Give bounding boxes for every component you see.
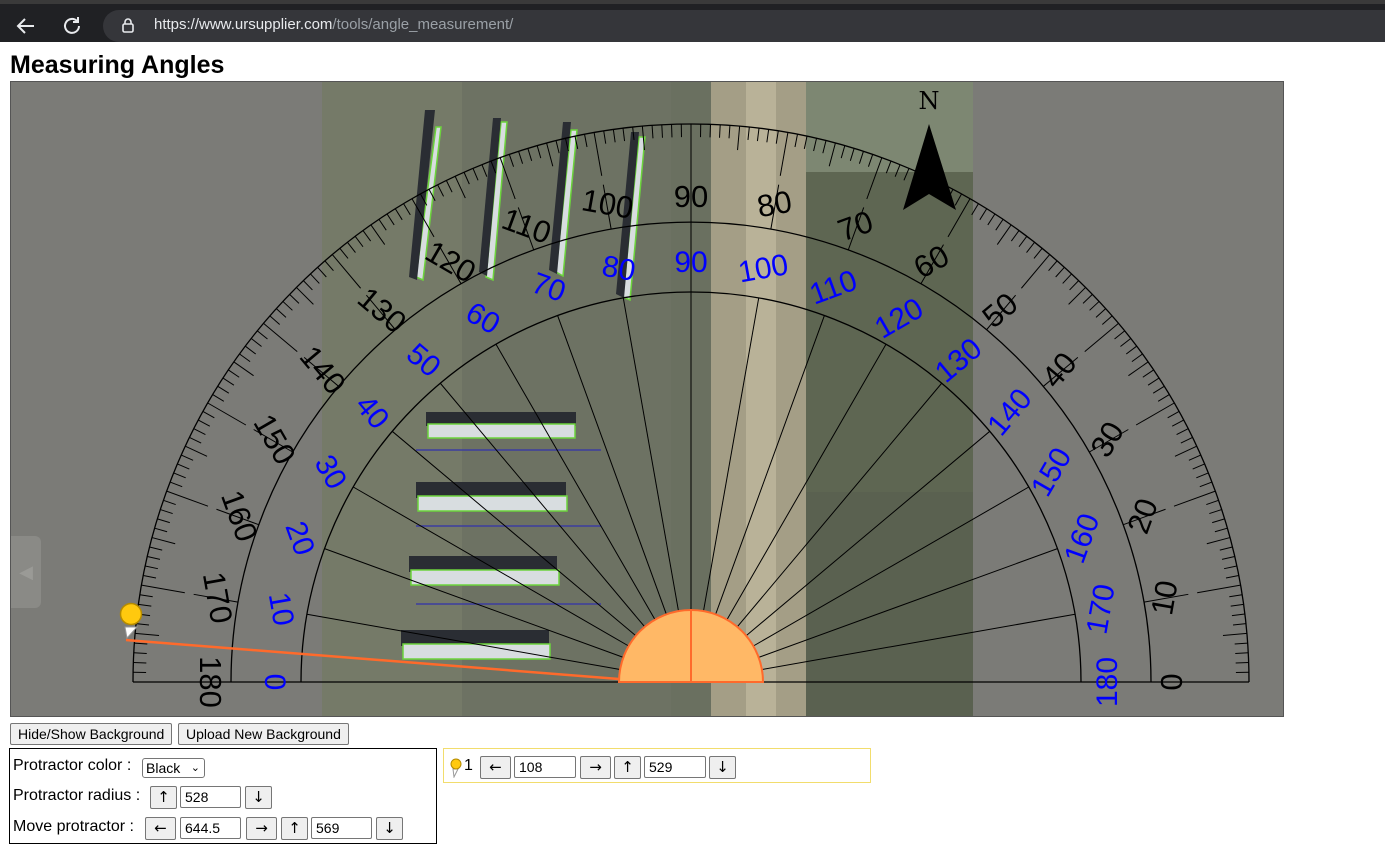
protractor-color-label: Protractor color : xyxy=(13,757,132,774)
outer-scale-label: 90 xyxy=(674,179,708,214)
move-protractor-label: Move protractor : xyxy=(13,818,134,835)
inner-scale-label: 80 xyxy=(599,250,638,288)
protractor-tick xyxy=(661,124,663,138)
marker-panel: 1 ← 108 → ↑ 529 ↓ xyxy=(443,748,871,783)
chevron-down-icon: ⌄ xyxy=(190,762,200,774)
north-label: N xyxy=(919,87,940,115)
browser-toolbar: https://www.ursupplier.com/tools/angle_m… xyxy=(0,0,1385,42)
marker-pin-icon xyxy=(450,758,462,783)
inner-scale-label: 10 xyxy=(262,590,300,629)
protractor-color-select[interactable]: Black ⌄ xyxy=(142,758,205,778)
marker-down-button[interactable]: ↓ xyxy=(709,756,736,779)
protractor-tick xyxy=(1235,652,1249,654)
page: Measuring Angles 0 10 20 30 40 50 60 70 … xyxy=(2,42,1385,850)
radius-up-button[interactable]: ↑ xyxy=(150,786,177,809)
url-path: /tools/angle_measurement/ xyxy=(332,16,514,33)
radius-down-button[interactable]: ↓ xyxy=(245,786,272,809)
radius-input[interactable]: 528 xyxy=(180,786,241,808)
upload-background-button[interactable]: Upload New Background xyxy=(178,723,349,745)
protractor-tick xyxy=(133,652,147,654)
protractor-svg[interactable]: 0102030405060708090100110120130140150160… xyxy=(11,82,1284,717)
marker-y-input[interactable]: 529 xyxy=(644,756,706,778)
protractor-color-value: Black xyxy=(146,760,181,776)
marker-left-button[interactable]: ← xyxy=(480,756,511,779)
inner-scale-label: 90 xyxy=(674,246,707,279)
move-down-button[interactable]: ↓ xyxy=(376,817,403,840)
marker-index: 1 xyxy=(464,757,473,774)
outer-scale-label: 0 xyxy=(1154,673,1189,690)
reload-icon[interactable] xyxy=(58,12,86,40)
marker-right-button[interactable]: → xyxy=(580,756,611,779)
move-right-button[interactable]: → xyxy=(246,817,277,840)
protractor-radius-label: Protractor radius : xyxy=(13,787,141,804)
url-domain: https://www.ursupplier.com xyxy=(154,16,333,33)
move-x-input[interactable]: 644.5 xyxy=(180,817,241,839)
address-bar[interactable]: https://www.ursupplier.com/tools/angle_m… xyxy=(103,10,1385,42)
lock-icon[interactable] xyxy=(121,17,135,33)
page-title: Measuring Angles xyxy=(10,51,225,79)
outer-scale-label: 10 xyxy=(1144,578,1184,618)
marker-up-button[interactable]: ↑ xyxy=(614,756,641,779)
move-up-button[interactable]: ↑ xyxy=(281,817,308,840)
inner-scale-label: 180 xyxy=(1091,657,1124,707)
protractor-canvas[interactable]: 0 10 20 30 40 50 60 70 80 90 100 110 120 130 140 150 160… xyxy=(10,81,1284,717)
outer-scale-label: 80 xyxy=(754,184,794,224)
protractor-tick xyxy=(719,124,721,138)
hide-show-background-button[interactable]: Hide/Show Background xyxy=(10,723,173,745)
collapse-sidebar-icon[interactable]: ◀ xyxy=(11,536,41,608)
outer-scale-label: 180 xyxy=(193,656,228,708)
move-left-button[interactable]: ← xyxy=(145,817,176,840)
protractor-controls-panel: Protractor color : Black ⌄ Protractor ra… xyxy=(9,748,437,844)
back-arrow-icon[interactable] xyxy=(12,12,40,40)
url-text: https://www.ursupplier.com/tools/angle_m… xyxy=(154,16,513,33)
inner-scale-label: 0 xyxy=(258,674,291,691)
move-y-input[interactable]: 569 xyxy=(311,817,372,839)
marker-x-input[interactable]: 108 xyxy=(514,756,576,778)
